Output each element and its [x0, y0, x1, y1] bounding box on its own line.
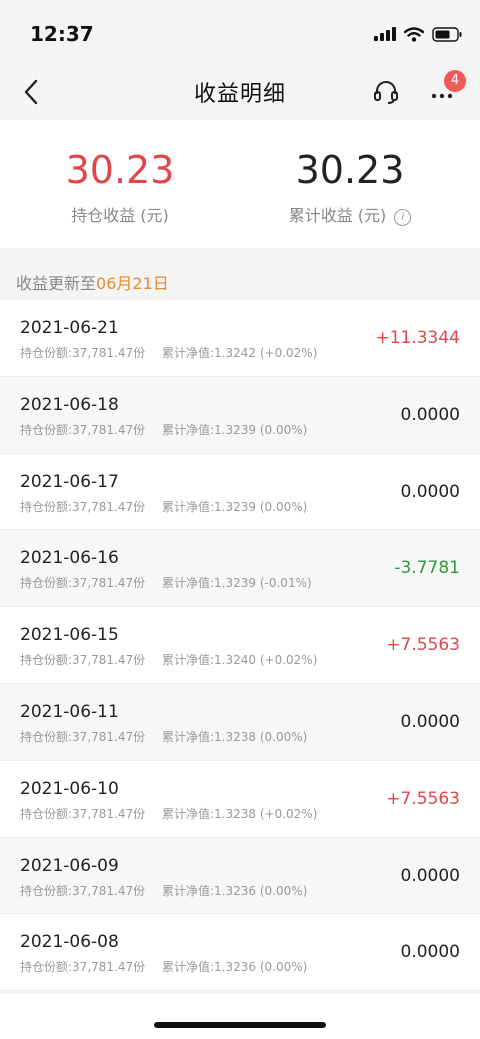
battery-icon — [432, 26, 462, 42]
status-icons — [374, 24, 462, 44]
holding-earnings-value: 30.23 — [65, 148, 175, 192]
info-icon[interactable]: i — [394, 209, 412, 226]
update-prefix: 收益更新至 — [16, 274, 97, 293]
cumulative-earnings-label: 累计收益 (元) — [288, 206, 387, 225]
record-date: 2021-06-15 — [20, 625, 119, 646]
record-holding-shares: 持仓份额:37,781.47份 — [20, 653, 146, 668]
record-amount: 0.0000 — [400, 865, 460, 886]
earnings-record-row[interactable]: 2021-06-16 持仓份额:37,781.47份 累计净值:1.3239 (-0… — [0, 530, 480, 608]
cumulative-earnings-value: 30.23 — [295, 148, 405, 192]
record-amount: 0.0000 — [400, 711, 460, 732]
earnings-summary: 30.23 持仓收益 (元) 30.23 累计收益 (元) i — [0, 120, 480, 248]
customer-service-headset-icon[interactable] — [372, 78, 400, 106]
wifi-icon — [404, 26, 424, 42]
earnings-record-row[interactable]: 2021-06-09 持仓份额:37,781.47份 累计净值:1.3236 (0.… — [0, 837, 480, 915]
record-net-value: 累计净值:1.3240 (+0.02%) — [162, 653, 318, 668]
record-holding-shares: 持仓份额:37,781.47份 — [20, 499, 146, 514]
record-date: 2021-06-16 — [20, 548, 119, 569]
earnings-record-row[interactable]: 2021-06-21 持仓份额:37,781.47份 累计净值:1.3242 (+0… — [0, 300, 480, 377]
earnings-record-row[interactable]: 2021-06-10 持仓份额:37,781.47份 累计净值:1.3238 (+0… — [0, 760, 480, 838]
holding-earnings-label: 持仓收益 (元) — [71, 206, 169, 225]
page-title: 收益明细 — [193, 82, 286, 107]
record-date: 2021-06-18 — [20, 394, 119, 415]
record-holding-shares: 持仓份额:37,781.47份 — [20, 883, 146, 898]
record-net-value: 累计净值:1.3236 (0.00%) — [162, 960, 308, 975]
record-net-value: 累计净值:1.3236 (0.00%) — [162, 883, 308, 898]
record-date: 2021-06-11 — [20, 701, 119, 722]
record-net-value: 累计净值:1.3239 (0.00%) — [162, 499, 308, 514]
record-date: 2021-06-09 — [20, 855, 119, 876]
record-date: 2021-06-10 — [20, 778, 119, 799]
record-date: 2021-06-08 — [20, 932, 119, 953]
record-net-value: 累计净值:1.3239 (-0.01%) — [162, 576, 312, 591]
status-time: 12:37 — [30, 22, 94, 46]
record-net-value: 累计净值:1.3242 (+0.02%) — [162, 346, 318, 360]
record-date: 2021-06-17 — [20, 471, 119, 492]
record-holding-shares: 持仓份额:37,781.47份 — [20, 960, 146, 975]
record-net-value: 累计净值:1.3239 (0.00%) — [162, 422, 308, 437]
record-holding-shares: 持仓份额:37,781.47份 — [20, 346, 146, 360]
update-date: 06月21日 — [96, 274, 169, 293]
nav-bar: 收益明细 — [0, 64, 480, 120]
update-notice: 收益更新至06月21日 — [16, 270, 169, 294]
home-indicator — [154, 1022, 326, 1028]
record-amount: 0.0000 — [400, 404, 460, 425]
record-date: 2021-06-21 — [20, 318, 119, 338]
record-amount: -3.7781 — [394, 558, 460, 579]
record-amount: 0.0000 — [400, 942, 460, 963]
cumulative-earnings-label-row: 累计收益 (元) i — [230, 202, 470, 226]
bottom-safe-area — [0, 994, 480, 1039]
earnings-records-list: 2021-06-21 持仓份额:37,781.47份 累计净值:1.3242 (+0… — [0, 300, 480, 992]
earnings-record-row[interactable]: 2021-06-11 持仓份额:37,781.47份 累计净值:1.3238 (0.… — [0, 683, 480, 761]
earnings-record-row[interactable]: 2021-06-18 持仓份额:37,781.47份 累计净值:1.3239 (0.… — [0, 376, 480, 454]
record-amount: +7.5563 — [386, 635, 460, 656]
record-holding-shares: 持仓份额:37,781.47份 — [20, 729, 146, 744]
earnings-record-row[interactable]: 2021-06-17 持仓份额:37,781.47份 累计净值:1.3239 (0.… — [0, 453, 480, 531]
record-holding-shares: 持仓份额:37,781.47份 — [20, 806, 146, 821]
earnings-record-row[interactable]: 2021-06-15 持仓份额:37,781.47份 累计净值:1.3240 (+0… — [0, 607, 480, 684]
record-amount: 0.0000 — [400, 481, 460, 502]
holding-earnings: 30.23 持仓收益 (元) — [0, 120, 240, 248]
status-bar: 12:37 — [0, 0, 480, 64]
earnings-record-row[interactable]: 2021-06-08 持仓份额:37,781.47份 累计净值:1.3236 (0.… — [0, 914, 480, 992]
record-holding-shares: 持仓份额:37,781.47份 — [20, 576, 146, 591]
record-net-value: 累计净值:1.3238 (0.00%) — [162, 729, 308, 744]
cellular-signal-icon — [374, 27, 396, 41]
record-amount: +11.3344 — [375, 328, 460, 348]
record-net-value: 累计净值:1.3238 (+0.02%) — [162, 806, 318, 821]
notification-badge: 4 — [444, 70, 466, 92]
cumulative-earnings: 30.23 累计收益 (元) i — [230, 120, 470, 248]
record-holding-shares: 持仓份额:37,781.47份 — [20, 422, 146, 437]
record-amount: +7.5563 — [386, 788, 460, 809]
